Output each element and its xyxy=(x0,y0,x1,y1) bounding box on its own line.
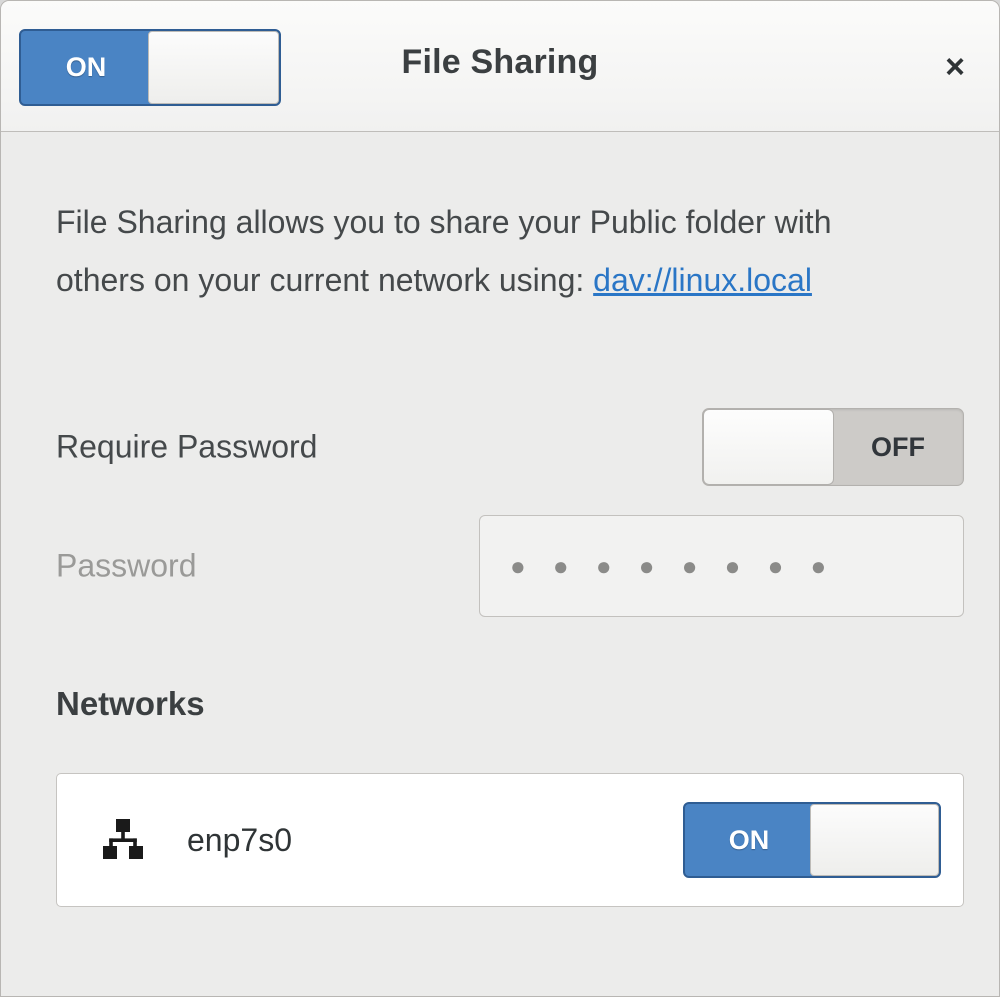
share-url-link[interactable]: dav://linux.local xyxy=(593,262,812,298)
require-password-toggle-label: OFF xyxy=(871,431,925,462)
networks-list: enp7s0 ON xyxy=(56,773,964,907)
require-password-label: Require Password xyxy=(56,428,318,465)
require-password-toggle[interactable]: OFF xyxy=(702,408,964,486)
toggle-knob xyxy=(703,409,834,485)
network-name: enp7s0 xyxy=(187,821,292,858)
networks-heading: Networks xyxy=(56,685,205,722)
password-masked-value: ● ● ● ● ● ● ● ● xyxy=(510,551,837,581)
file-sharing-dialog: ON File Sharing × File Sharing allows yo… xyxy=(0,0,1000,997)
description-text: File Sharing allows you to share your Pu… xyxy=(56,194,876,309)
password-row: Password ● ● ● ● ● ● ● ● xyxy=(56,515,964,617)
page-title: File Sharing xyxy=(401,43,599,81)
network-enabled-toggle-label: ON xyxy=(728,824,770,855)
require-password-row: Require Password OFF xyxy=(56,408,964,486)
list-item[interactable]: enp7s0 ON xyxy=(57,774,963,906)
wired-network-icon xyxy=(97,814,149,866)
close-icon[interactable]: × xyxy=(933,45,977,89)
password-input[interactable]: ● ● ● ● ● ● ● ● xyxy=(479,515,964,617)
dialog-header: ON File Sharing × xyxy=(1,1,999,132)
password-label: Password xyxy=(56,547,197,584)
network-enabled-toggle[interactable]: ON xyxy=(683,802,941,878)
toggle-knob xyxy=(810,804,939,876)
